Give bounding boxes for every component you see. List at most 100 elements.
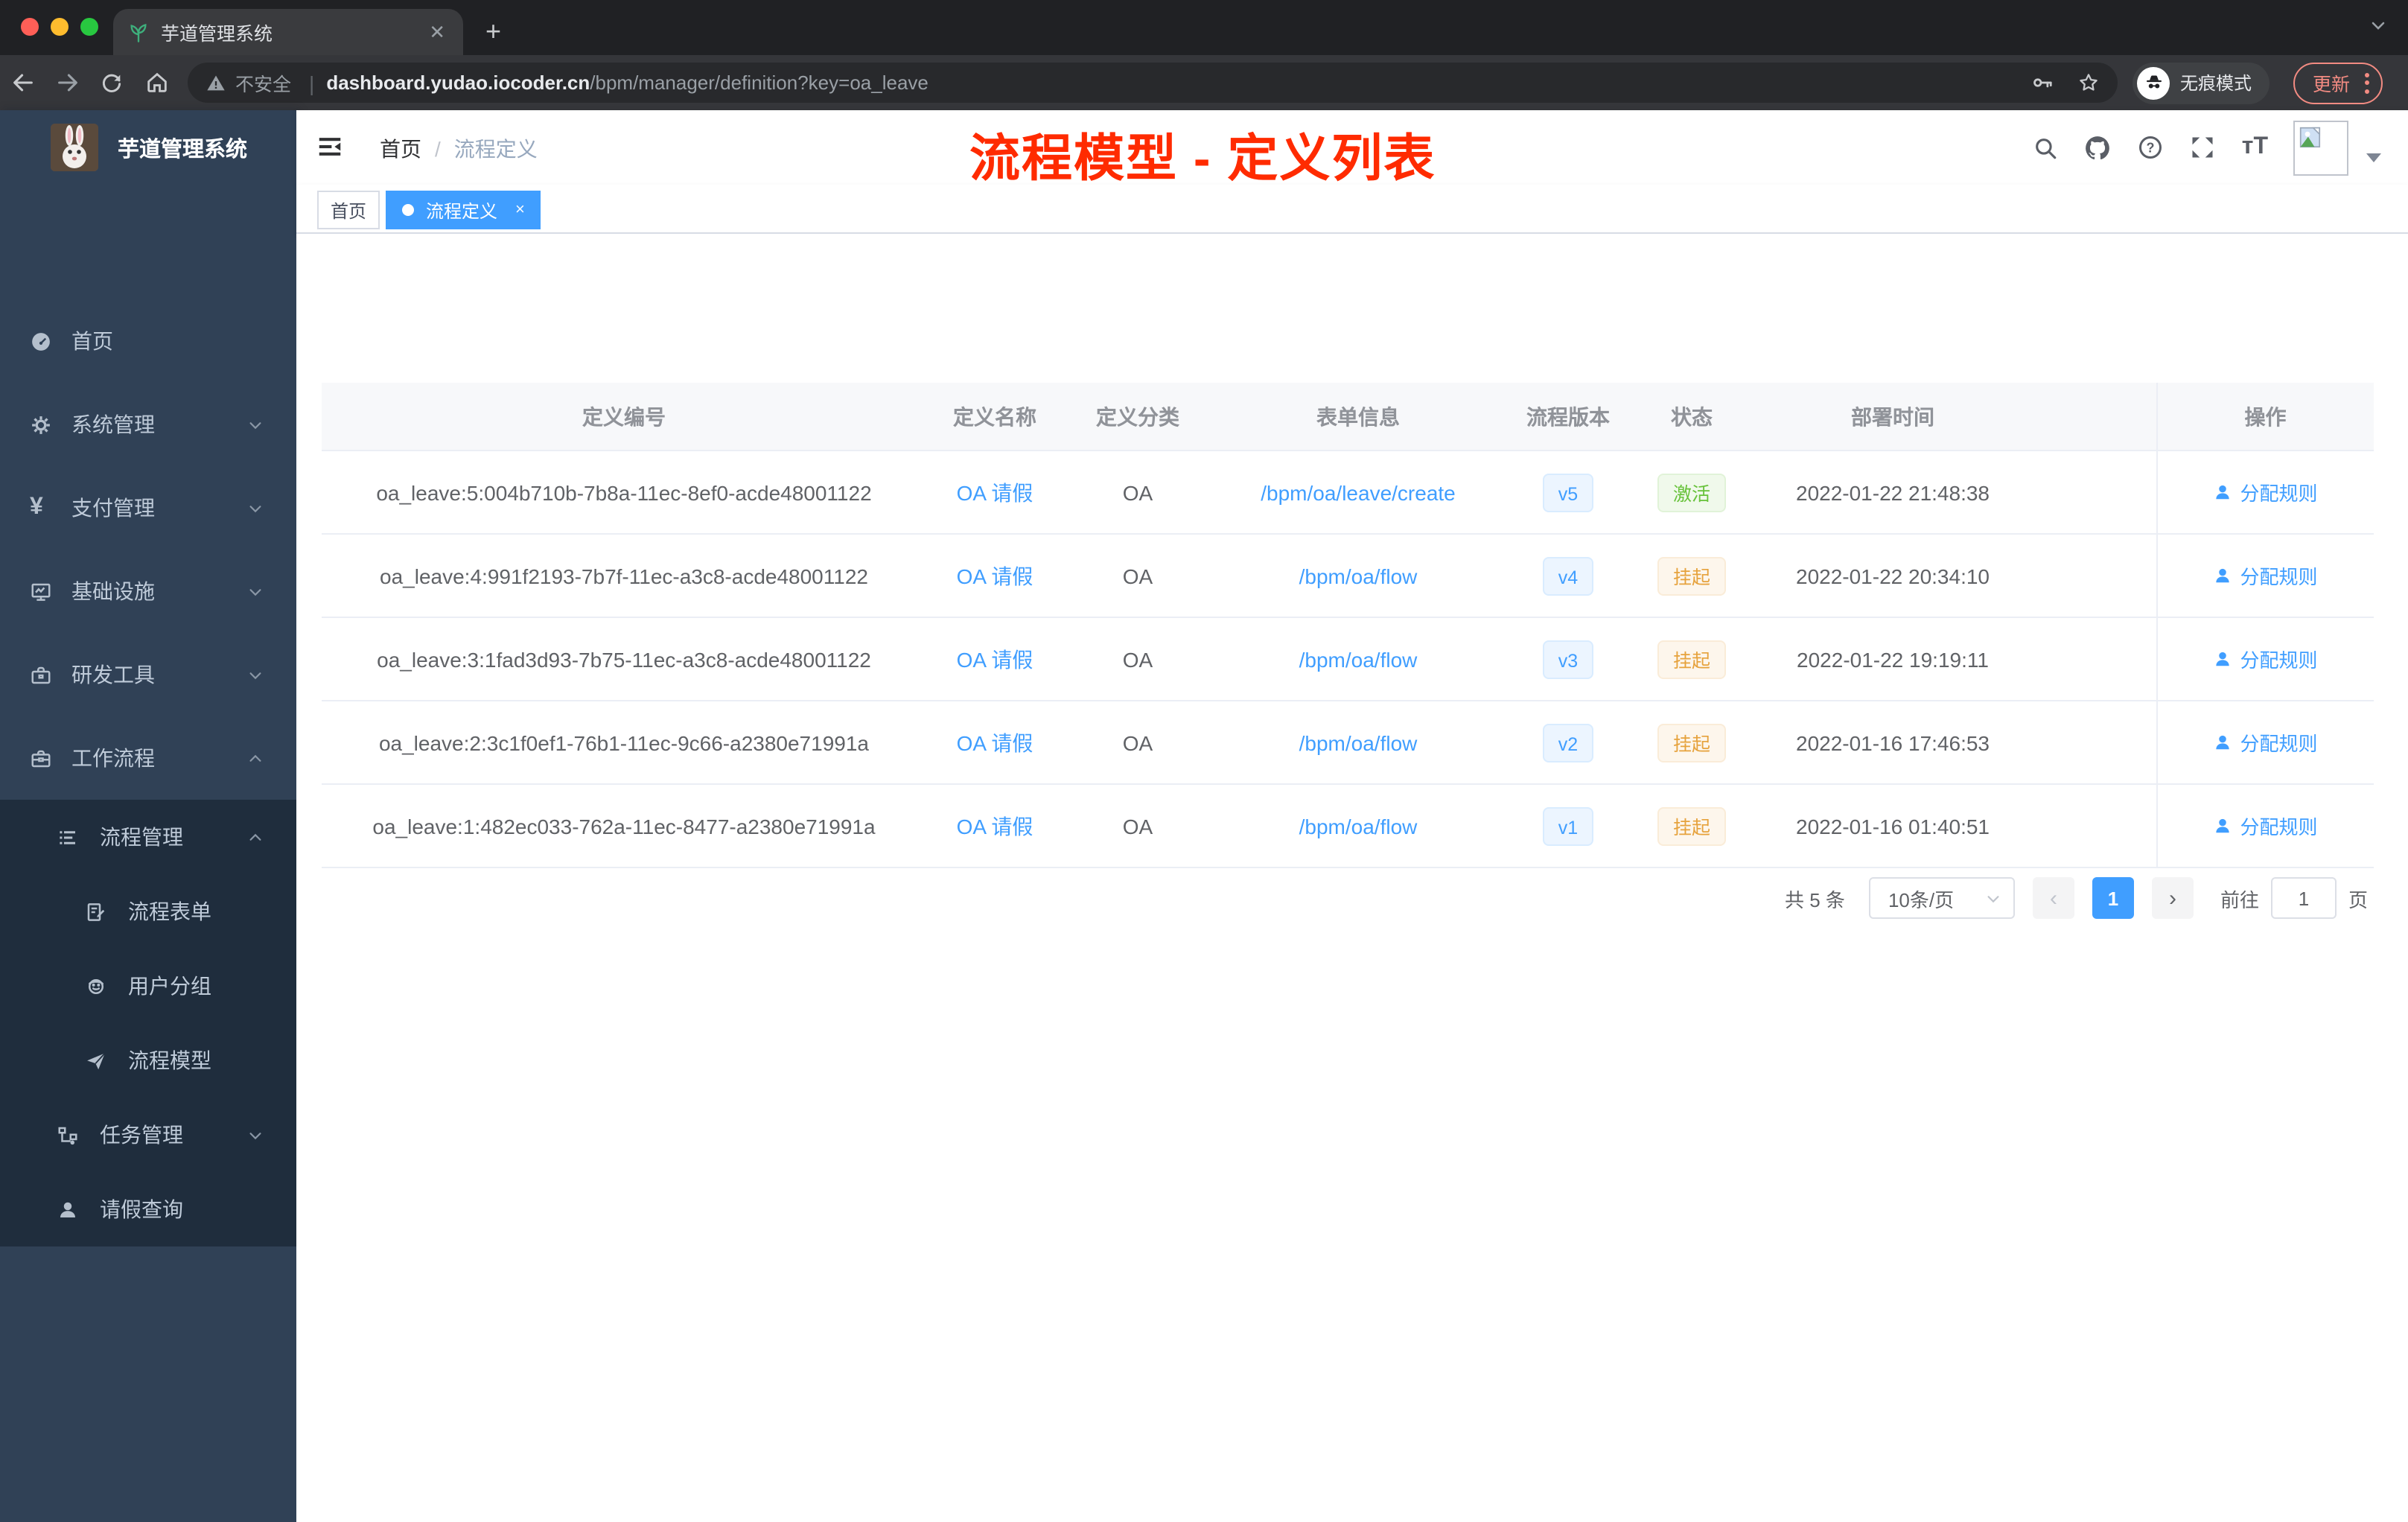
sidebar-item-process-management[interactable]: 流程管理 [0, 800, 296, 874]
security-label[interactable]: 不安全 [235, 69, 291, 97]
current-page-button[interactable]: 1 [2092, 877, 2134, 919]
table-row: oa_leave:4:991f2193-7b7f-11ec-a3c8-acde4… [322, 534, 2374, 618]
incognito-label: 无痕模式 [2180, 73, 2252, 94]
app-title: 芋道管理系统 [118, 138, 247, 162]
form-info-link[interactable]: /bpm/oa/flow [1299, 647, 1418, 671]
tag-process-definition[interactable]: 流程定义 × [386, 191, 541, 229]
url-bar[interactable]: 不安全 | dashboard.yudao.iocoder.cn/bpm/man… [188, 63, 2118, 103]
cell-deploy-time: 2022-01-22 20:34:10 [1751, 534, 2034, 618]
cell-filler [2034, 450, 2156, 535]
form-info-link[interactable]: /bpm/oa/leave/create [1261, 480, 1456, 504]
fullscreen-icon[interactable] [2190, 134, 2217, 161]
sidebar-item-process-model[interactable]: 流程模型 [0, 1023, 296, 1098]
form-icon [85, 900, 107, 923]
sidebar-item-infrastructure[interactable]: 基础设施 [0, 550, 296, 633]
sidebar-item-label: 支付管理 [71, 496, 155, 520]
breadcrumb: 首页 / 流程定义 [380, 134, 538, 164]
definition-name-link[interactable]: OA 请假 [957, 564, 1033, 588]
table-row: oa_leave:5:004b710b-7b8a-11ec-8ef0-acde4… [322, 450, 2374, 535]
forward-button-icon[interactable] [45, 70, 89, 95]
home-button-icon[interactable] [134, 70, 179, 95]
briefcase-icon [30, 747, 54, 769]
goto-page-input[interactable] [2270, 877, 2337, 919]
sidebar-item-workflow[interactable]: 工作流程 [0, 716, 296, 800]
user-group-icon [85, 975, 107, 997]
page-unit-label: 页 [2348, 888, 2368, 911]
tag-label: 流程定义 [426, 200, 498, 221]
definition-name-link[interactable]: OA 请假 [957, 480, 1033, 504]
github-icon[interactable] [2084, 133, 2112, 162]
search-icon[interactable] [2033, 135, 2059, 160]
url-path: /bpm/manager/definition?key=oa_leave [590, 71, 929, 94]
version-badge: v3 [1543, 640, 1593, 678]
pagination: 共 5 条 10条/页 ‹ 1 › 前往 页 [1785, 877, 2368, 919]
assign-rule-label: 分配规则 [2240, 649, 2318, 672]
assign-rule-button[interactable]: 分配规则 [2213, 561, 2318, 590]
avatar-dropdown-caret-icon[interactable] [2366, 153, 2381, 162]
form-info-link[interactable]: /bpm/oa/flow [1299, 814, 1418, 838]
assign-rule-button[interactable]: 分配规则 [2213, 645, 2318, 673]
security-warning-icon[interactable] [206, 72, 226, 93]
col-header-form: 表单信息 [1212, 383, 1504, 451]
bookmark-star-icon[interactable] [2077, 71, 2100, 94]
col-header-id: 定义编号 [322, 383, 926, 451]
browser-update-button[interactable]: 更新 [2293, 62, 2383, 104]
sidebar-item-process-form[interactable]: 流程表单 [0, 874, 296, 949]
browser-tab[interactable]: 芋道管理系统 ✕ [113, 9, 463, 55]
breadcrumb-home[interactable]: 首页 [380, 134, 421, 164]
chevron-up-icon [247, 750, 264, 766]
cell-filler [2034, 701, 2156, 785]
cell-definition-id: oa_leave:4:991f2193-7b7f-11ec-a3c8-acde4… [322, 534, 926, 618]
prev-page-button[interactable]: ‹ [2032, 877, 2074, 919]
tag-close-icon[interactable]: × [515, 201, 525, 219]
sidebar-item-label: 系统管理 [71, 413, 155, 436]
new-tab-button[interactable]: + [485, 13, 501, 49]
tag-home[interactable]: 首页 [317, 191, 380, 229]
sidebar-item-leave-query[interactable]: 请假查询 [0, 1172, 296, 1246]
user-avatar[interactable] [2293, 120, 2348, 175]
sidebar-item-task-management[interactable]: 任务管理 [0, 1098, 296, 1172]
sidebar-item-payment[interactable]: ¥ 支付管理 [0, 466, 296, 550]
sidebar-item-home[interactable]: 首页 [0, 299, 296, 383]
tab-close-icon[interactable]: ✕ [426, 20, 448, 44]
back-button-icon[interactable] [0, 70, 45, 95]
window-close-button[interactable] [21, 18, 39, 36]
window-minimize-button[interactable] [51, 18, 69, 36]
next-page-button[interactable]: › [2151, 877, 2194, 919]
sidebar-toggle-hamburger-icon[interactable] [316, 133, 344, 168]
monitor-icon [30, 580, 54, 602]
list-icon [57, 826, 79, 848]
browser-menu-dots-icon[interactable] [2365, 72, 2370, 93]
url-divider: | [309, 71, 315, 95]
sidebar-item-label: 流程表单 [128, 899, 211, 923]
definition-name-link[interactable]: OA 请假 [957, 647, 1033, 671]
sidebar-item-system[interactable]: 系统管理 [0, 383, 296, 466]
window-zoom-button[interactable] [80, 18, 98, 36]
assign-rule-button[interactable]: 分配规则 [2213, 478, 2318, 506]
page-size-value: 10条/页 [1888, 888, 1955, 911]
col-header-filler [2034, 383, 2156, 451]
breadcrumb-current: 流程定义 [453, 137, 538, 161]
status-badge: 挂起 [1657, 723, 1725, 762]
sidebar-item-user-group[interactable]: 用户分组 [0, 949, 296, 1023]
definition-name-link[interactable]: OA 请假 [957, 730, 1033, 754]
help-icon[interactable]: ? [2138, 134, 2165, 161]
font-size-icon[interactable]: ᴛT [2242, 134, 2268, 161]
cell-deploy-time: 2022-01-16 17:46:53 [1751, 701, 2034, 785]
form-info-link[interactable]: /bpm/oa/flow [1299, 730, 1418, 754]
tab-search-chevron-icon[interactable] [2369, 15, 2387, 42]
sidebar-logo[interactable]: 芋道管理系统 [0, 110, 296, 185]
assign-rule-button[interactable]: 分配规则 [2213, 728, 2318, 757]
sidebar-item-dev-tools[interactable]: 研发工具 [0, 633, 296, 716]
sidebar-item-label: 基础设施 [71, 579, 155, 603]
page-size-select[interactable]: 10条/页 [1868, 877, 2015, 919]
col-header-name: 定义名称 [926, 383, 1063, 451]
reload-button-icon[interactable] [89, 71, 134, 95]
definition-name-link[interactable]: OA 请假 [957, 814, 1033, 838]
form-info-link[interactable]: /bpm/oa/flow [1299, 564, 1418, 588]
password-key-icon[interactable] [2031, 71, 2054, 94]
select-caret-icon [1985, 890, 2001, 906]
assign-rule-button[interactable]: 分配规则 [2213, 812, 2318, 840]
sidebar-item-label: 任务管理 [100, 1123, 183, 1147]
favicon-plant-icon [128, 22, 149, 42]
